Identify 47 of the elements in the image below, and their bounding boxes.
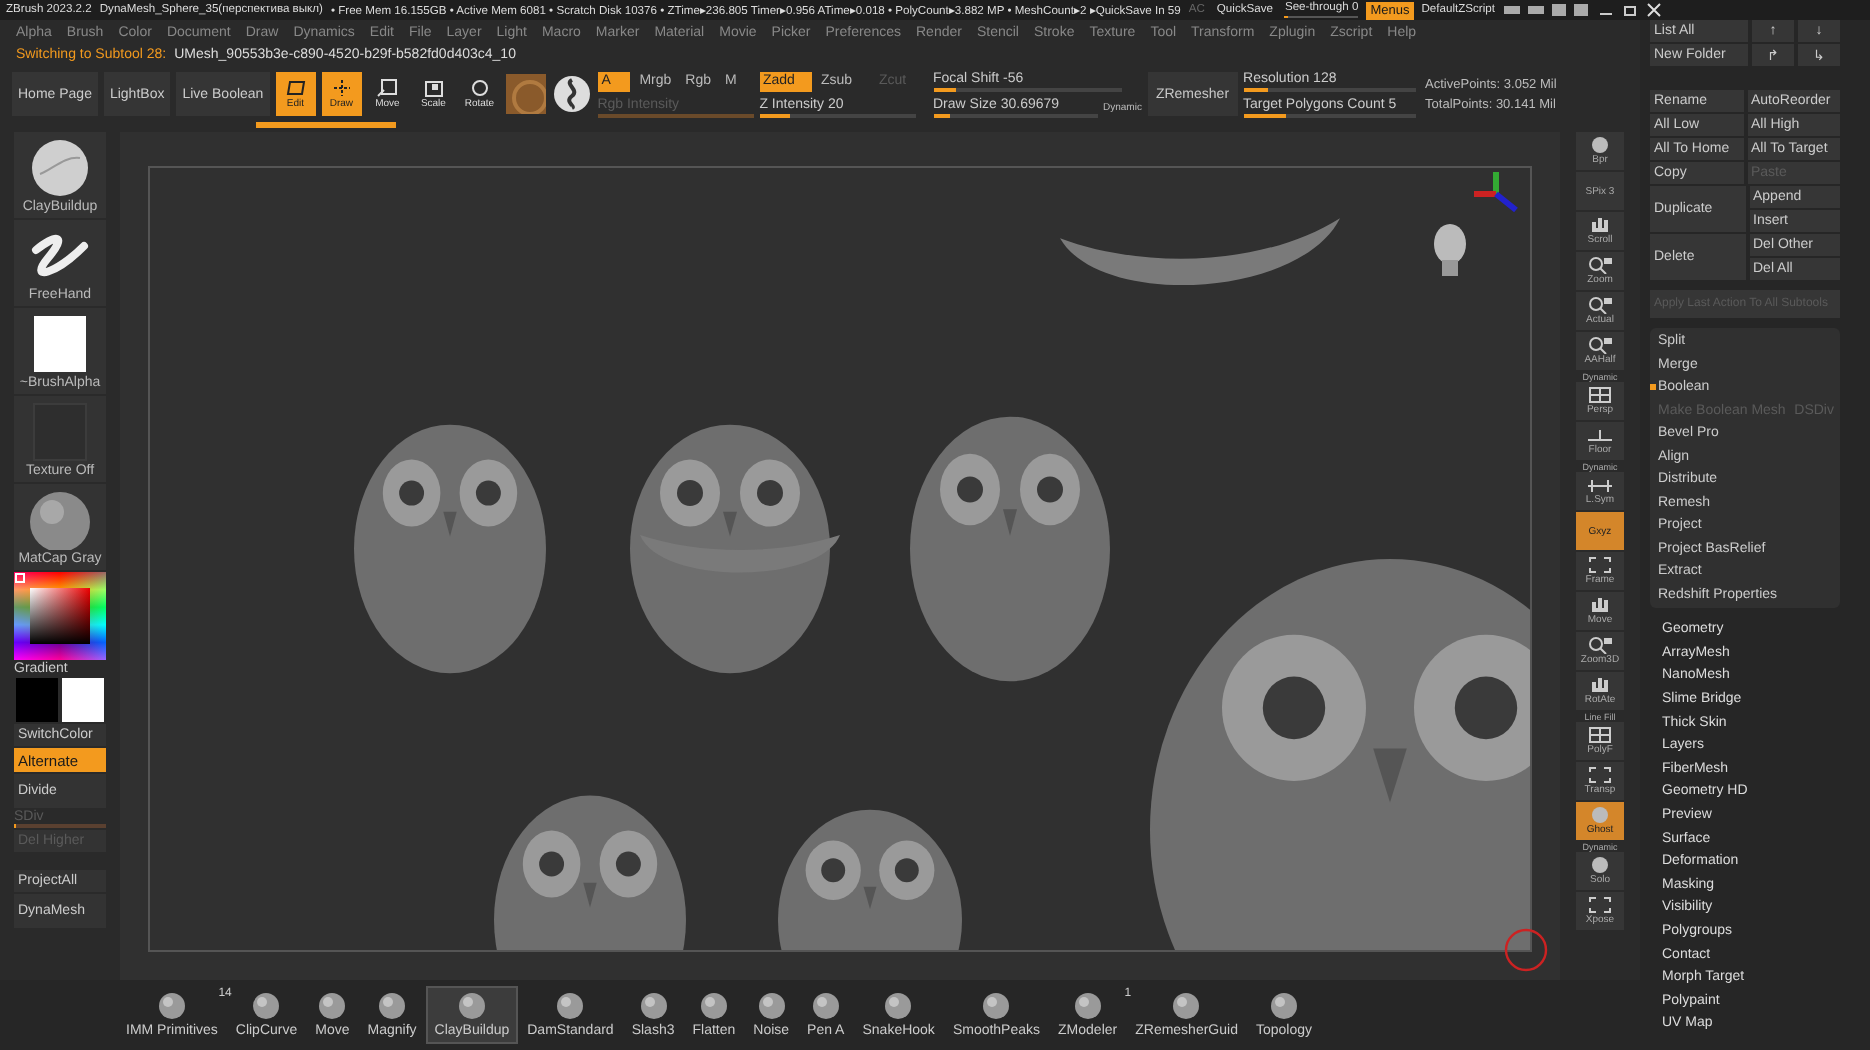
sphere-icon [1586,136,1614,154]
brush-sphere-icon [882,992,915,1020]
brush-sphere-icon [755,992,788,1020]
material-swatch-icon[interactable] [505,74,546,114]
hand-icon [1586,216,1614,234]
corners-icon [1586,896,1614,914]
sphere-icon [1586,806,1614,824]
sphere-icon [1586,856,1614,874]
magnifier-icon [1586,636,1614,654]
brush-sphere-icon [697,992,730,1020]
move-icon [375,78,400,98]
brush-sphere-icon [637,992,670,1020]
tray-handle[interactable] [256,122,396,128]
brush-sphere-icon [554,992,587,1020]
brush-sphere-icon [809,992,842,1020]
edit-icon [283,78,308,98]
main-color-swatch[interactable] [16,678,58,722]
brush-sphere-icon [250,992,283,1020]
brush-sphere-icon [1071,992,1104,1020]
grid-icon [1586,386,1614,404]
brush-sphere-icon [1267,992,1300,1020]
corners-icon [1586,556,1614,574]
brush-sphere-icon [376,992,408,1020]
grid-icon [1586,726,1614,744]
restore-icon[interactable] [1622,2,1639,18]
brush-sphere-icon [316,992,349,1020]
brush-sphere-icon [1170,992,1203,1020]
magnifier-icon [1586,296,1614,314]
hand-icon [1586,676,1614,694]
magnifier-icon [1586,256,1614,274]
hand-icon [1586,596,1614,614]
rotate-icon [467,78,492,98]
brush-sphere-icon [455,992,488,1020]
secondary-color-swatch[interactable] [62,678,104,722]
corners-icon [1586,766,1614,784]
draw-icon [329,78,354,98]
symmetry-icon [1586,476,1614,494]
color-picker[interactable] [14,572,106,660]
magnifier-icon [1586,336,1614,354]
brush-sphere-icon [980,992,1013,1020]
floor-icon [1586,426,1614,444]
brush-sphere-icon [155,992,188,1020]
close-icon[interactable] [1646,2,1663,18]
material-preview-icon [24,489,96,549]
brush-cursor-icon [1504,928,1548,972]
scale-icon [421,78,446,98]
layout-icons[interactable] [1502,2,1591,18]
